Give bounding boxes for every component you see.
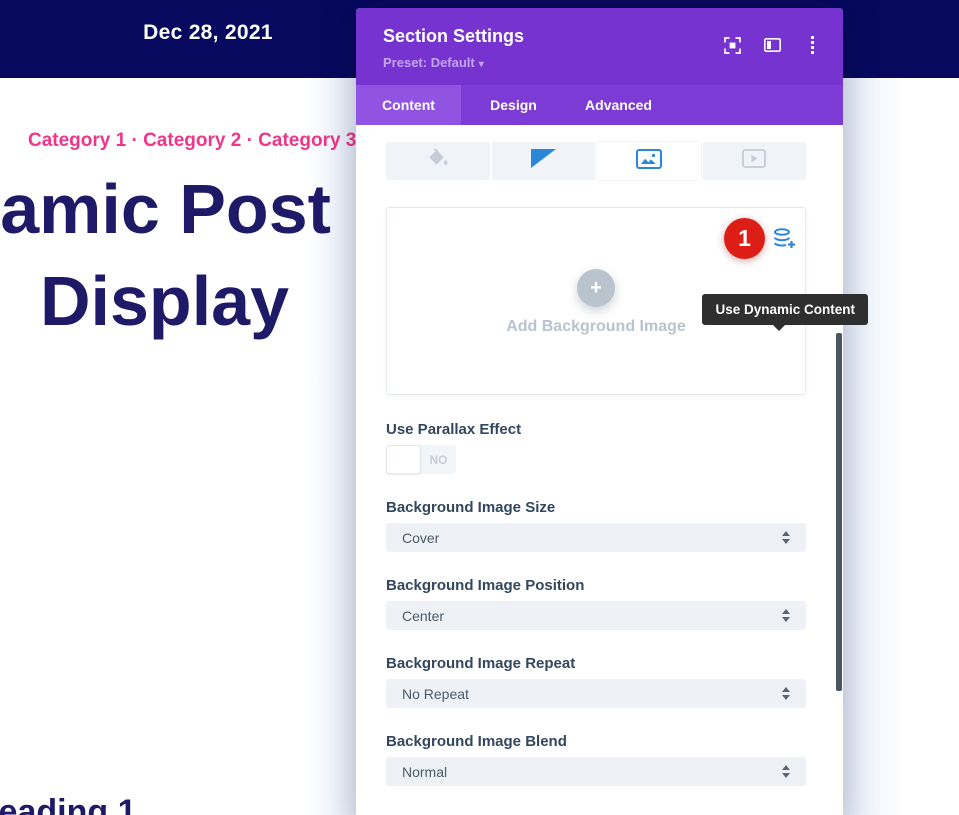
field-label-blend: Background Image Blend (386, 733, 806, 750)
background-image-size-select[interactable]: Cover (386, 523, 806, 552)
paint-bucket-icon (426, 147, 449, 175)
post-title-line2: Display (40, 255, 289, 347)
dynamic-content-icon[interactable] (772, 228, 797, 250)
background-color-tab[interactable] (386, 142, 490, 180)
modal-title: Section Settings (383, 26, 524, 47)
tab-content[interactable]: Content (356, 85, 461, 125)
select-arrows-icon (782, 609, 790, 622)
screen: Dec 28, 2021 Category 1 · Category 2 · C… (0, 0, 959, 815)
background-image-blend-select[interactable]: Normal (386, 757, 806, 786)
tooltip: Use Dynamic Content (702, 294, 868, 325)
modal-scrollbar[interactable] (836, 333, 842, 691)
background-image-tab[interactable] (597, 142, 701, 180)
video-icon (742, 149, 766, 173)
background-image-position-select[interactable]: Center (386, 601, 806, 630)
field-label-repeat: Background Image Repeat (386, 655, 806, 672)
background-type-tabs (386, 142, 806, 180)
field-label-size: Background Image Size (386, 499, 806, 516)
gradient-icon (531, 149, 556, 173)
modal-tab-bar: Content Design Advanced (356, 85, 843, 125)
select-value: Cover (402, 530, 782, 546)
field-label-position: Background Image Position (386, 577, 806, 594)
content-heading-partial: Heading 1 (0, 793, 136, 815)
parallax-toggle[interactable]: NO (386, 445, 456, 474)
preset-dropdown[interactable]: Preset: Default ▾ (383, 55, 484, 70)
toggle-state: NO (421, 445, 456, 474)
post-title-line1: Dynamic Post (0, 163, 331, 255)
select-value: Center (402, 608, 782, 624)
more-options-icon[interactable] (803, 36, 821, 54)
chevron-down-icon: ▾ (479, 59, 484, 70)
select-arrows-icon (782, 687, 790, 700)
tab-advanced[interactable]: Advanced (566, 85, 671, 125)
image-icon (636, 149, 662, 174)
background-image-repeat-select[interactable]: No Repeat (386, 679, 806, 708)
expand-modal-icon[interactable] (723, 36, 741, 54)
select-arrows-icon (782, 765, 790, 778)
select-arrows-icon (782, 531, 790, 544)
preset-label: Preset: Default (383, 55, 475, 70)
tooltip-arrow (772, 324, 786, 331)
add-image-button[interactable]: + (577, 269, 615, 307)
step-badge: 1 (724, 218, 765, 259)
select-value: Normal (402, 764, 782, 780)
toggle-knob[interactable] (386, 445, 421, 474)
tooltip-text: Use Dynamic Content (715, 302, 855, 317)
background-gradient-tab[interactable] (492, 142, 596, 180)
background-video-tab[interactable] (703, 142, 807, 180)
post-date: Dec 28, 2021 (143, 21, 273, 45)
dock-panel-icon[interactable] (763, 36, 781, 54)
modal-header[interactable]: Section Settings Preset: Default ▾ (356, 8, 843, 85)
tab-design[interactable]: Design (461, 85, 566, 125)
page-gradient-right (843, 78, 903, 815)
section-settings-modal: Section Settings Preset: Default ▾ (356, 8, 843, 815)
select-value: No Repeat (402, 686, 782, 702)
modal-body: Use Dynamic Content 1 + (356, 125, 843, 815)
field-label-parallax: Use Parallax Effect (386, 421, 806, 438)
